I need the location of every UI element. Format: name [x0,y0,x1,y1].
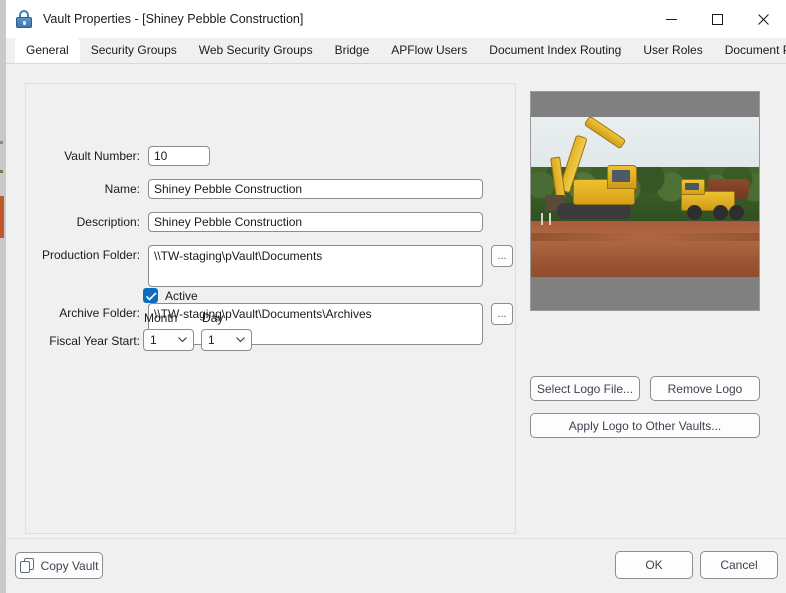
lock-icon [14,9,34,29]
fiscal-month-select[interactable]: 1 [143,329,194,351]
tab-security-groups[interactable]: Security Groups [80,37,188,63]
archive-folder-label: Archive Folder: [59,306,140,320]
window-controls [648,0,786,38]
fence-post [541,213,543,225]
tab-general[interactable]: General [15,37,80,63]
tab-strip: General Security Groups Web Security Gro… [6,37,786,64]
name-label: Name: [104,182,140,196]
background-tick [0,170,3,173]
minimize-icon [665,18,677,20]
vault-number-input[interactable] [148,146,210,166]
maximize-button[interactable] [694,0,740,38]
archive-folder-input[interactable] [148,303,483,345]
name-input[interactable] [148,179,483,199]
active-label: Active [165,288,198,303]
active-checkbox[interactable] [143,288,158,303]
tab-document-index-routing[interactable]: Document Index Routing [478,37,632,63]
title-bar: Vault Properties - [Shiney Pebble Constr… [6,0,786,38]
ok-button[interactable]: OK [615,551,693,579]
logo-preview [530,91,760,311]
background-accent-bar [0,196,4,238]
description-label: Description: [76,215,140,229]
logo-image [531,117,759,277]
maximize-icon [711,13,723,25]
description-row: Description: [42,212,483,232]
vault-number-row: Vault Number: [42,146,210,166]
general-tab-panel: Vault Number: Name: Description: Product… [6,64,786,538]
vault-properties-window: Vault Properties - [Shiney Pebble Constr… [6,0,786,593]
active-checkbox-row[interactable]: Active [143,288,198,303]
description-input[interactable] [148,212,483,232]
apply-logo-to-other-vaults-button[interactable]: Apply Logo to Other Vaults... [530,413,760,438]
vault-number-label: Vault Number: [64,149,140,163]
tab-web-security-groups[interactable]: Web Security Groups [188,37,324,63]
tab-bridge[interactable]: Bridge [324,37,381,63]
background-tick [0,141,3,144]
fiscal-month-value: 1 [150,333,157,347]
copy-vault-label: Copy Vault [40,558,99,573]
tab-apflow-users[interactable]: APFlow Users [380,37,478,63]
dialog-footer: Copy Vault OK Cancel [6,538,786,593]
copy-vault-button[interactable]: Copy Vault [15,552,103,579]
fiscal-year-start-label: Fiscal Year Start: [49,334,140,348]
fence-post [549,213,551,225]
dirt-ground [531,221,759,277]
minimize-button[interactable] [648,0,694,38]
logo-button-row: Select Logo File... Remove Logo [530,376,760,401]
production-folder-input[interactable] [148,245,483,287]
cancel-button[interactable]: Cancel [700,551,778,579]
production-folder-browse-button[interactable]: ... [491,245,513,267]
production-folder-row: Production Folder: ... [42,245,513,287]
day-column-header: Day [202,311,224,325]
tab-user-roles[interactable]: User Roles [632,37,713,63]
name-row: Name: [42,179,483,199]
tab-document-publishing[interactable]: Document Publishing [714,37,786,63]
checkmark-icon [146,292,157,301]
close-button[interactable] [740,0,786,38]
select-logo-file-button[interactable]: Select Logo File... [530,376,640,401]
copy-icon [19,558,35,573]
production-folder-label: Production Folder: [42,248,141,262]
window-title: Vault Properties - [Shiney Pebble Constr… [43,12,304,26]
month-column-header: Month [144,311,178,325]
archive-folder-browse-button[interactable]: ... [491,303,513,325]
fiscal-day-select[interactable]: 1 [201,329,252,351]
fiscal-day-value: 1 [208,333,215,347]
chevron-down-icon [236,337,245,343]
remove-logo-button[interactable]: Remove Logo [650,376,760,401]
chevron-down-icon [178,337,187,343]
close-icon [757,13,769,25]
